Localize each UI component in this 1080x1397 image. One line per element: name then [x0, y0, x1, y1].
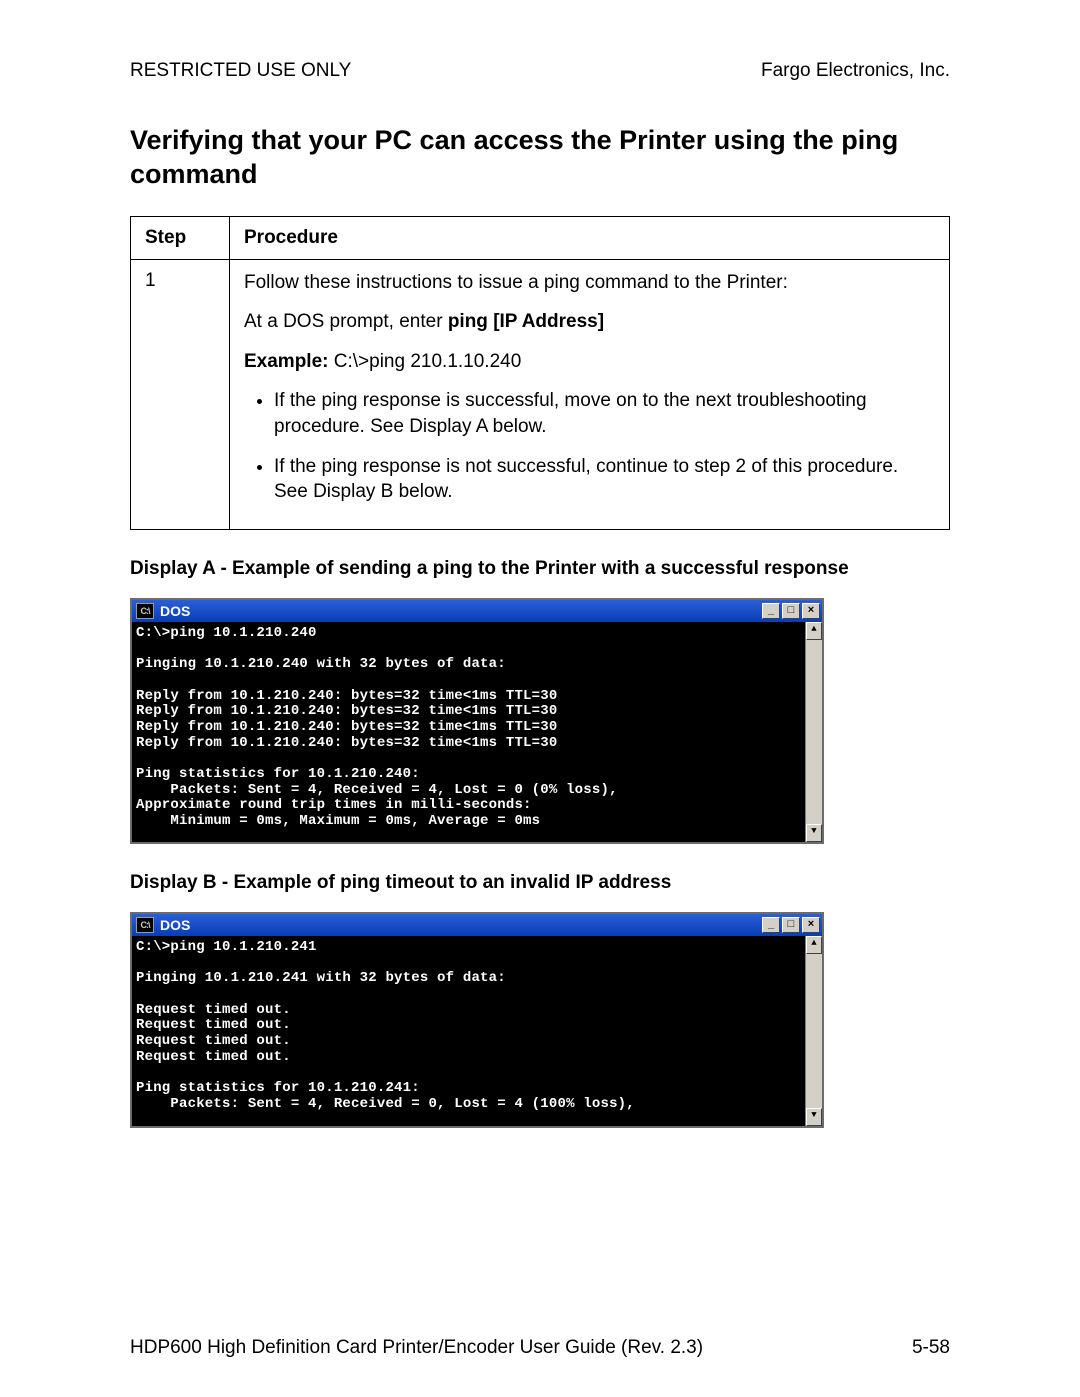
dos-app-icon: C:\ [136, 917, 154, 933]
table-row: 1 Follow these instructions to issue a p… [131, 259, 950, 529]
minimize-button[interactable]: _ [762, 603, 780, 619]
col-header-procedure: Procedure [230, 216, 950, 259]
document-page: RESTRICTED USE ONLY Fargo Electronics, I… [0, 0, 1080, 1397]
procedure-table: Step Procedure 1 Follow these instructio… [130, 216, 950, 530]
dos-app-icon: C:\ [136, 603, 154, 619]
procedure-cell: Follow these instructions to issue a pin… [230, 259, 950, 529]
col-header-step: Step [131, 216, 230, 259]
minimize-button[interactable]: _ [762, 917, 780, 933]
prompt-prefix: At a DOS prompt, enter [244, 311, 448, 332]
example-label: Example: [244, 351, 328, 372]
dos-title: DOS [160, 603, 762, 619]
dos-titlebar: C:\ DOS _ □ × [132, 914, 822, 936]
scrollbar[interactable]: ▲ ▼ [805, 622, 822, 842]
maximize-button[interactable]: □ [782, 603, 800, 619]
dos-title: DOS [160, 917, 762, 933]
procedure-intro: Follow these instructions to issue a pin… [244, 270, 935, 296]
display-a-heading: Display A - Example of sending a ping to… [130, 558, 950, 580]
prompt-command: ping [IP Address] [448, 311, 604, 332]
step-number: 1 [131, 259, 230, 529]
dos-console-output: C:\>ping 10.1.210.241 Pinging 10.1.210.2… [132, 936, 805, 1126]
bullet-failure: If the ping response is not successful, … [274, 454, 935, 505]
dos-window-b: C:\ DOS _ □ × C:\>ping 10.1.210.241 Ping… [130, 912, 824, 1128]
scroll-track[interactable] [806, 640, 822, 824]
bullet-success: If the ping response is successful, move… [274, 388, 935, 439]
scroll-up-button[interactable]: ▲ [806, 622, 822, 640]
display-b-heading: Display B - Example of ping timeout to a… [130, 872, 950, 894]
dos-titlebar: C:\ DOS _ □ × [132, 600, 822, 622]
page-footer: HDP600 High Definition Card Printer/Enco… [130, 1337, 950, 1359]
footer-page-number: 5-58 [912, 1337, 950, 1359]
scroll-down-button[interactable]: ▼ [806, 824, 822, 842]
close-button[interactable]: × [802, 917, 820, 933]
header-restricted: RESTRICTED USE ONLY [130, 60, 351, 82]
close-button[interactable]: × [802, 603, 820, 619]
scroll-down-button[interactable]: ▼ [806, 1108, 822, 1126]
section-title: Verifying that your PC can access the Pr… [130, 124, 950, 192]
scroll-up-button[interactable]: ▲ [806, 936, 822, 954]
dos-window-a: C:\ DOS _ □ × C:\>ping 10.1.210.240 Ping… [130, 598, 824, 844]
maximize-button[interactable]: □ [782, 917, 800, 933]
scroll-track[interactable] [806, 954, 822, 1108]
dos-console-output: C:\>ping 10.1.210.240 Pinging 10.1.210.2… [132, 622, 805, 842]
procedure-example: Example: C:\>ping 210.1.10.240 [244, 349, 935, 375]
example-command: C:\>ping 210.1.10.240 [328, 351, 521, 372]
header-company: Fargo Electronics, Inc. [761, 60, 950, 82]
procedure-prompt-line: At a DOS prompt, enter ping [IP Address] [244, 309, 935, 335]
page-header: RESTRICTED USE ONLY Fargo Electronics, I… [130, 60, 950, 82]
footer-doc-title: HDP600 High Definition Card Printer/Enco… [130, 1337, 703, 1359]
scrollbar[interactable]: ▲ ▼ [805, 936, 822, 1126]
